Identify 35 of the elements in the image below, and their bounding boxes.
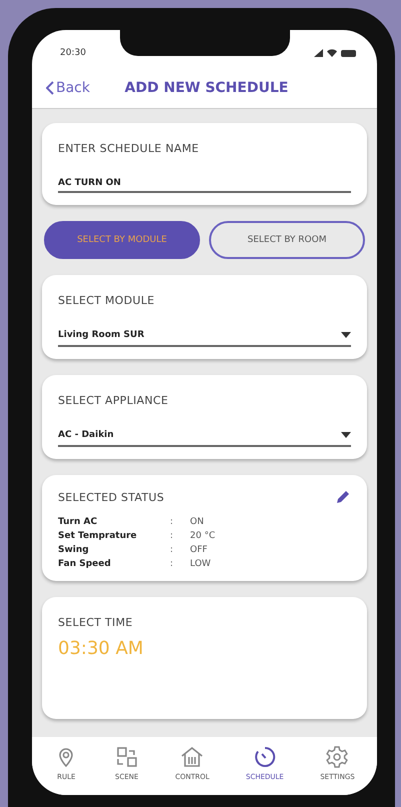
status-time: 20:30 [60, 48, 86, 58]
dropdown-caret-icon [341, 332, 351, 338]
settings-icon [325, 745, 350, 769]
wifi-icon [327, 49, 337, 57]
status-name: Turn AC [58, 517, 98, 527]
status-name: Fan Speed [58, 559, 112, 569]
field-label: ENTER SCHEDULE NAME [58, 142, 199, 155]
status-value: LOW [190, 559, 212, 569]
status-value: 20 °C [190, 531, 216, 541]
dropdown-field[interactable]: AC - Daikin [58, 430, 351, 447]
page-title: ADD NEW SCHEDULE [124, 80, 290, 96]
schedule-name-field[interactable]: AC TURN ON [58, 178, 351, 193]
colon-separator: : [170, 545, 174, 555]
card-title: SELECTED STATUS [58, 490, 164, 504]
dropdown-field[interactable]: Living Room SUR [58, 330, 351, 347]
field-label: SELECT TIME [58, 616, 133, 629]
status-name: Swing [58, 545, 90, 555]
colon-separator: : [170, 517, 174, 527]
squares-arrows-icon [114, 745, 139, 769]
signal-icon [314, 49, 323, 57]
field-label: SELECT APPLIANCE [58, 394, 168, 407]
battery-icon [341, 50, 357, 56]
field-label: SELECT MODULE [58, 294, 155, 307]
house-sliders-icon [180, 745, 204, 769]
dropdown-caret-icon [341, 432, 351, 438]
select-mode-button[interactable]: SELECT BY ROOM [209, 221, 365, 259]
colon-separator: : [170, 531, 174, 541]
status-name: Set Temprature [58, 531, 138, 541]
back-button[interactable]: Back [46, 80, 90, 96]
edit-icon[interactable] [335, 489, 351, 505]
status-value: ON [190, 517, 205, 527]
chevron-left-icon [46, 81, 54, 95]
timer-icon [252, 745, 277, 769]
status-value: OFF [190, 545, 208, 555]
colon-separator: : [170, 559, 174, 569]
